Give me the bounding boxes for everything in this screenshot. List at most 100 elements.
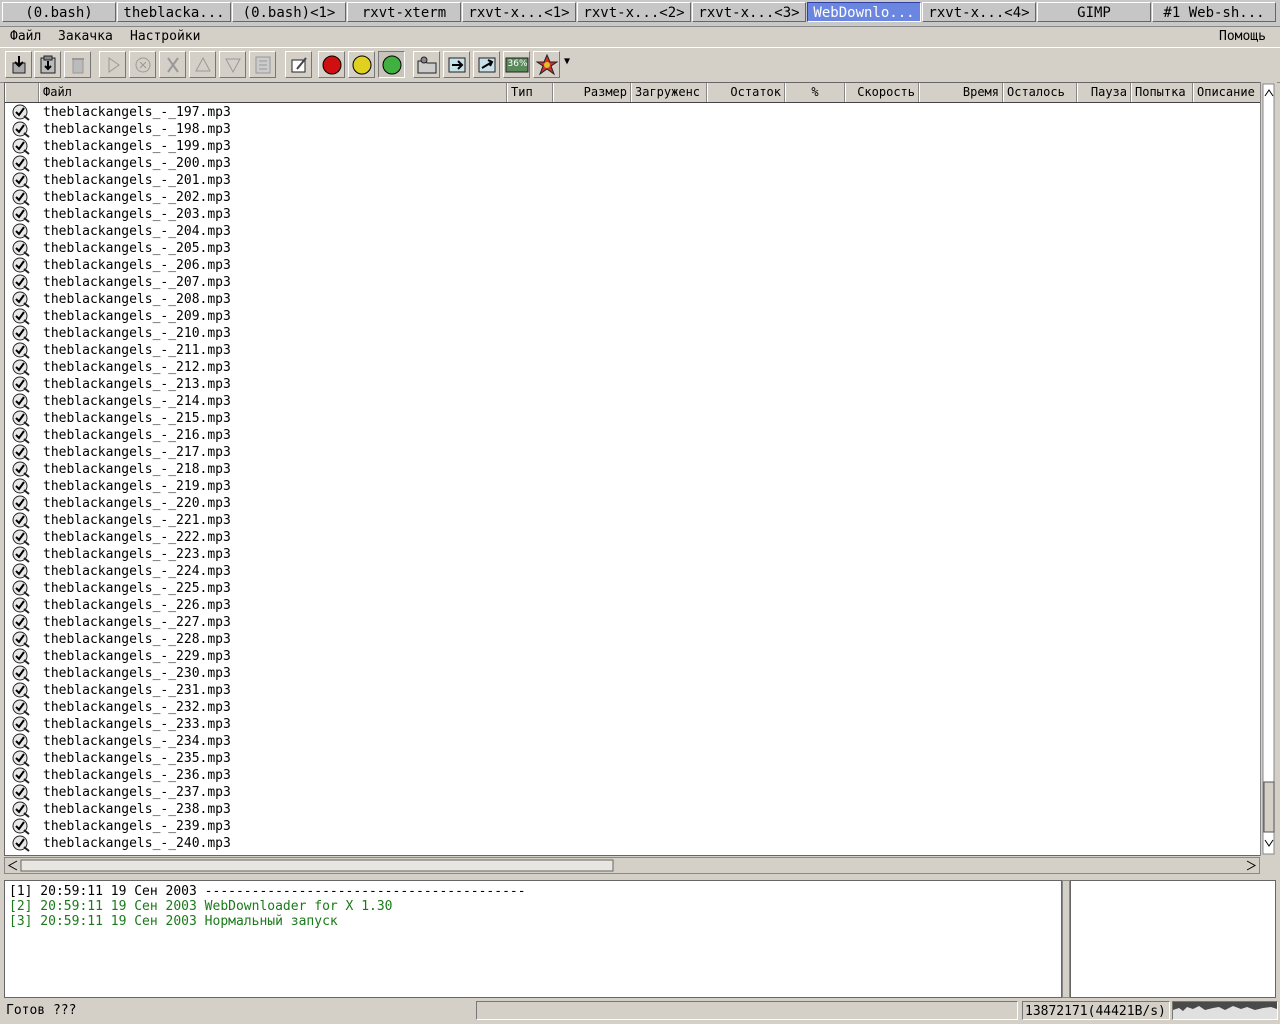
task-button[interactable]: GIMP bbox=[1037, 2, 1151, 22]
table-row[interactable]: theblackangels_-_198.mp3 bbox=[5, 121, 1261, 138]
table-row[interactable]: theblackangels_-_238.mp3 bbox=[5, 801, 1261, 818]
list-horizontal-scrollbar[interactable] bbox=[4, 857, 1260, 874]
task-button[interactable]: rxvt-xterm bbox=[347, 2, 461, 22]
task-button[interactable]: (0.bash)<1> bbox=[232, 2, 346, 22]
table-row[interactable]: theblackangels_-_208.mp3 bbox=[5, 291, 1261, 308]
import-button[interactable] bbox=[443, 51, 470, 78]
open-folder-button[interactable] bbox=[413, 51, 440, 78]
column-header-speed[interactable]: Скорость bbox=[845, 83, 919, 102]
paste-download-button[interactable] bbox=[34, 51, 61, 78]
menu-help[interactable]: Помощь bbox=[1219, 29, 1266, 44]
table-row[interactable]: theblackangels_-_225.mp3 bbox=[5, 580, 1261, 597]
table-row[interactable]: theblackangels_-_209.mp3 bbox=[5, 308, 1261, 325]
table-row[interactable]: theblackangels_-_227.mp3 bbox=[5, 614, 1261, 631]
table-row[interactable]: theblackangels_-_202.mp3 bbox=[5, 189, 1261, 206]
table-row[interactable]: theblackangels_-_221.mp3 bbox=[5, 512, 1261, 529]
task-button[interactable]: rxvt-x...<4> bbox=[922, 2, 1036, 22]
file-name-cell: theblackangels_-_226.mp3 bbox=[43, 598, 231, 613]
table-row[interactable]: theblackangels_-_215.mp3 bbox=[5, 410, 1261, 427]
table-row[interactable]: theblackangels_-_222.mp3 bbox=[5, 529, 1261, 546]
table-row[interactable]: theblackangels_-_236.mp3 bbox=[5, 767, 1261, 784]
column-header-description[interactable]: Описание bbox=[1193, 83, 1261, 102]
log-scrollbar[interactable] bbox=[1062, 880, 1070, 998]
task-button[interactable]: rxvt-x...<3> bbox=[692, 2, 806, 22]
column-header-status[interactable] bbox=[5, 83, 39, 102]
column-header-time-left[interactable]: Осталось bbox=[1003, 83, 1077, 102]
table-row[interactable]: theblackangels_-_226.mp3 bbox=[5, 597, 1261, 614]
vertical-scrollbar-graphic bbox=[1262, 83, 1275, 855]
column-header-type[interactable]: Тип bbox=[507, 83, 553, 102]
column-header-percent[interactable]: % bbox=[785, 83, 845, 102]
table-row[interactable]: theblackangels_-_220.mp3 bbox=[5, 495, 1261, 512]
task-button[interactable]: theblacka... bbox=[117, 2, 231, 22]
table-row[interactable]: theblackangels_-_205.mp3 bbox=[5, 240, 1261, 257]
task-button[interactable]: #1 Web-sh... bbox=[1152, 2, 1276, 22]
table-row[interactable]: theblackangels_-_206.mp3 bbox=[5, 257, 1261, 274]
table-row[interactable]: theblackangels_-_231.mp3 bbox=[5, 682, 1261, 699]
move-down-button[interactable] bbox=[219, 51, 246, 78]
task-button[interactable]: rxvt-x...<2> bbox=[577, 2, 691, 22]
column-header-loaded[interactable]: Загруженс bbox=[631, 83, 707, 102]
table-row[interactable]: theblackangels_-_234.mp3 bbox=[5, 733, 1261, 750]
table-row[interactable]: theblackangels_-_219.mp3 bbox=[5, 478, 1261, 495]
table-row[interactable]: theblackangels_-_237.mp3 bbox=[5, 784, 1261, 801]
move-up-button[interactable] bbox=[189, 51, 216, 78]
table-row[interactable]: theblackangels_-_199.mp3 bbox=[5, 138, 1261, 155]
task-button[interactable]: rxvt-x...<1> bbox=[462, 2, 576, 22]
menu-settings[interactable]: Настройки bbox=[130, 29, 200, 44]
download-list[interactable]: Файл Тип Размер Загруженс Остаток % Скор… bbox=[4, 82, 1262, 856]
table-row[interactable]: theblackangels_-_213.mp3 bbox=[5, 376, 1261, 393]
table-row[interactable]: theblackangels_-_228.mp3 bbox=[5, 631, 1261, 648]
table-row[interactable]: theblackangels_-_200.mp3 bbox=[5, 155, 1261, 172]
stop-button[interactable] bbox=[129, 51, 156, 78]
table-row[interactable]: theblackangels_-_204.mp3 bbox=[5, 223, 1261, 240]
red-light-button[interactable] bbox=[318, 51, 345, 78]
table-row[interactable]: theblackangels_-_239.mp3 bbox=[5, 818, 1261, 835]
list-vertical-scrollbar[interactable] bbox=[1260, 82, 1277, 856]
table-row[interactable]: theblackangels_-_218.mp3 bbox=[5, 461, 1261, 478]
table-row[interactable]: theblackangels_-_201.mp3 bbox=[5, 172, 1261, 189]
scheduler-button[interactable] bbox=[249, 51, 276, 78]
speed-meter-button[interactable]: 36% bbox=[503, 51, 530, 78]
column-header-pause[interactable]: Пауза bbox=[1077, 83, 1131, 102]
table-row[interactable]: theblackangels_-_207.mp3 bbox=[5, 274, 1261, 291]
table-row[interactable]: theblackangels_-_232.mp3 bbox=[5, 699, 1261, 716]
run-button[interactable] bbox=[99, 51, 126, 78]
table-row[interactable]: theblackangels_-_197.mp3 bbox=[5, 104, 1261, 121]
green-light-button[interactable] bbox=[378, 51, 405, 78]
table-row[interactable]: theblackangels_-_240.mp3 bbox=[5, 835, 1261, 852]
file-name-cell: theblackangels_-_232.mp3 bbox=[43, 700, 231, 715]
table-row[interactable]: theblackangels_-_211.mp3 bbox=[5, 342, 1261, 359]
export-button[interactable] bbox=[473, 51, 500, 78]
column-header-file[interactable]: Файл bbox=[39, 83, 507, 102]
table-row[interactable]: theblackangels_-_214.mp3 bbox=[5, 393, 1261, 410]
add-download-button[interactable] bbox=[5, 51, 32, 78]
column-header-size[interactable]: Размер bbox=[553, 83, 631, 102]
status-text: Готов ??? bbox=[6, 1003, 77, 1018]
table-row[interactable]: theblackangels_-_235.mp3 bbox=[5, 750, 1261, 767]
column-header-time[interactable]: Время bbox=[919, 83, 1003, 102]
toolbar-menu-arrow[interactable]: ▼ bbox=[564, 56, 570, 67]
table-row[interactable]: theblackangels_-_230.mp3 bbox=[5, 665, 1261, 682]
yellow-light-button[interactable] bbox=[348, 51, 375, 78]
table-row[interactable]: theblackangels_-_223.mp3 bbox=[5, 546, 1261, 563]
table-row[interactable]: theblackangels_-_229.mp3 bbox=[5, 648, 1261, 665]
column-header-attempt[interactable]: Попытка bbox=[1131, 83, 1193, 102]
menu-file[interactable]: Файл bbox=[10, 29, 41, 44]
task-button[interactable]: (0.bash) bbox=[2, 2, 116, 22]
menu-download[interactable]: Закачка bbox=[58, 29, 113, 44]
table-row[interactable]: theblackangels_-_217.mp3 bbox=[5, 444, 1261, 461]
table-row[interactable]: theblackangels_-_216.mp3 bbox=[5, 427, 1261, 444]
column-header-remaining[interactable]: Остаток bbox=[707, 83, 785, 102]
file-name-cell: theblackangels_-_206.mp3 bbox=[43, 258, 231, 273]
table-row[interactable]: theblackangels_-_203.mp3 bbox=[5, 206, 1261, 223]
task-button[interactable]: WebDownlo... bbox=[807, 2, 921, 22]
edit-button[interactable] bbox=[285, 51, 312, 78]
cut-button[interactable] bbox=[159, 51, 186, 78]
delete-button[interactable] bbox=[64, 51, 91, 78]
table-row[interactable]: theblackangels_-_210.mp3 bbox=[5, 325, 1261, 342]
pause-all-button[interactable] bbox=[533, 51, 560, 78]
table-row[interactable]: theblackangels_-_233.mp3 bbox=[5, 716, 1261, 733]
table-row[interactable]: theblackangels_-_212.mp3 bbox=[5, 359, 1261, 376]
table-row[interactable]: theblackangels_-_224.mp3 bbox=[5, 563, 1261, 580]
